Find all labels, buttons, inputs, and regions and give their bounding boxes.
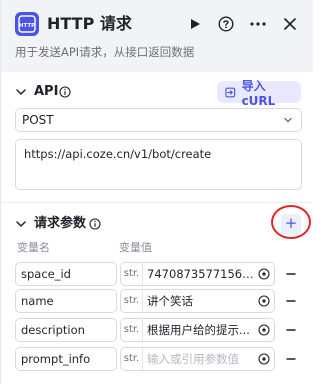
remove-param-icon[interactable] (284, 267, 298, 281)
remove-param-icon[interactable] (284, 294, 298, 308)
method-select[interactable]: POST (15, 108, 302, 132)
help-icon (218, 16, 234, 32)
api-section-title: API (34, 84, 59, 99)
type-tag[interactable]: str. (121, 263, 143, 285)
param-name-input[interactable]: space_id (15, 262, 117, 286)
param-value-input[interactable]: str. 输入或引用参数值 (120, 347, 275, 371)
import-curl-label: 导入 cURL (241, 78, 276, 108)
column-header-name: 变量名 (17, 241, 50, 254)
param-value-text: 讲个笑话 (147, 294, 193, 308)
svg-text:HTTP: HTTP (19, 23, 35, 29)
remove-param-icon[interactable] (284, 323, 298, 337)
help-button[interactable] (216, 14, 236, 34)
reference-icon[interactable] (258, 268, 270, 280)
param-value-input[interactable]: str. 根据用户给的提示... (120, 318, 275, 342)
param-value-text: 747087357715644... (147, 267, 255, 281)
param-name-input[interactable]: prompt_info (15, 347, 117, 371)
param-row: name str. 讲个笑话 (1, 289, 313, 313)
info-icon[interactable] (89, 218, 101, 230)
url-input[interactable]: https://api.coze.cn/v1/bot/create (15, 139, 302, 190)
param-value-text: 根据用户给的提示... (147, 323, 250, 337)
close-icon (284, 18, 296, 30)
reference-icon[interactable] (258, 295, 270, 307)
node-title: HTTP 请求 (47, 14, 132, 33)
more-icon (250, 22, 266, 26)
type-tag[interactable]: str. (121, 290, 143, 312)
param-row: space_id str. 747087357715644... (1, 262, 313, 286)
chevron-down-icon (284, 117, 292, 123)
import-curl-button[interactable]: 导入 cURL (217, 79, 301, 108)
reference-icon[interactable] (258, 324, 270, 336)
column-header-value: 变量值 (119, 241, 152, 254)
http-request-panel: HTTP HTTP 请求 用于发送API请求，从接口返回数据 API 导入 cU… (0, 0, 313, 384)
close-button[interactable] (280, 14, 300, 34)
type-tag[interactable]: str. (121, 319, 143, 341)
param-value-placeholder: 输入或引用参数值 (147, 352, 239, 366)
param-value-input[interactable]: str. 747087357715644... (120, 262, 275, 286)
node-description: 用于发送API请求，从接口返回数据 (15, 45, 195, 59)
param-value-input[interactable]: str. 讲个笑话 (120, 289, 275, 313)
param-name-input[interactable]: name (15, 289, 117, 313)
type-tag[interactable]: str. (121, 348, 143, 370)
node-header: HTTP HTTP 请求 用于发送API请求，从接口返回数据 (1, 0, 313, 72)
http-logo-icon: HTTP (15, 12, 39, 36)
param-name-input[interactable]: description (15, 318, 117, 342)
reference-icon[interactable] (258, 353, 270, 365)
run-button[interactable] (185, 14, 205, 34)
remove-param-icon[interactable] (284, 352, 298, 366)
info-icon[interactable] (59, 86, 71, 98)
section-divider (1, 202, 313, 203)
param-row: prompt_info str. 输入或引用参数值 (1, 347, 313, 371)
chevron-down-icon[interactable] (15, 218, 27, 230)
param-row: description str. 根据用户给的提示... (1, 318, 313, 342)
play-icon (191, 19, 200, 29)
params-section-title: 请求参数 (34, 216, 87, 231)
highlight-circle-annotation (271, 205, 311, 239)
chevron-down-icon[interactable] (15, 86, 27, 98)
import-icon (225, 87, 236, 97)
more-button[interactable] (248, 14, 268, 34)
method-value: POST (22, 113, 54, 127)
